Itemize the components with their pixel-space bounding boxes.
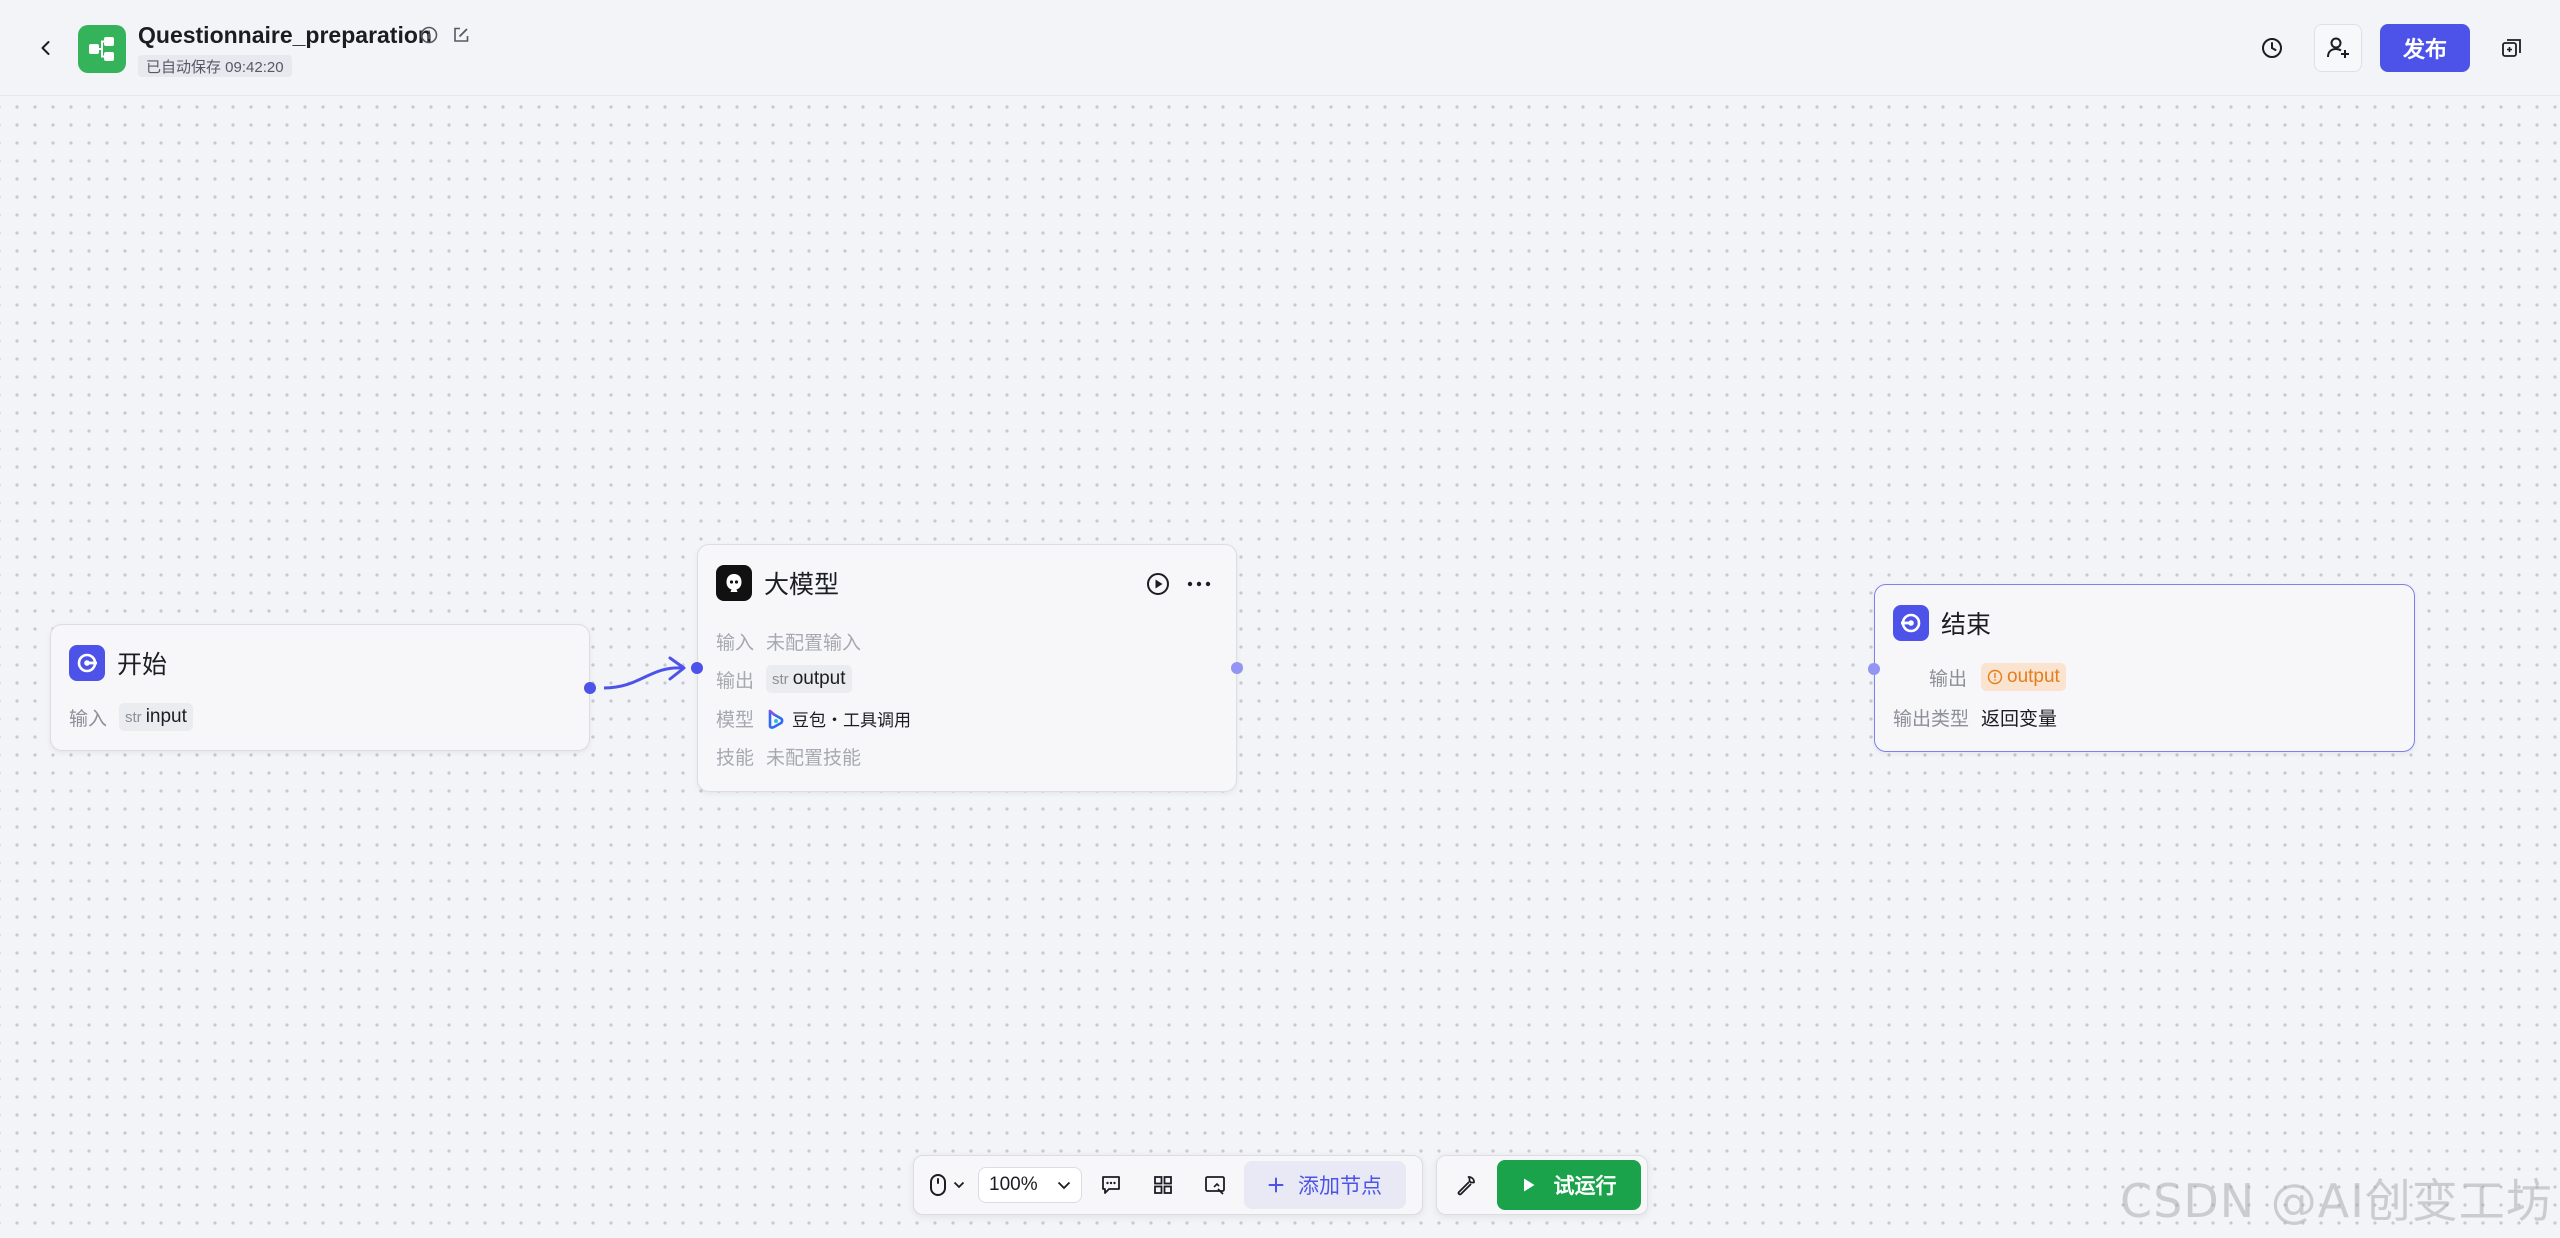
llm-icon (716, 565, 752, 601)
llm-input-value: 未配置输入 (766, 633, 862, 654)
variable-type-label: str (125, 708, 142, 726)
add-node-label: 添加节点 (1298, 1175, 1382, 1198)
llm-input-label: 输入 (716, 633, 755, 654)
end-node-title: 结束 (1941, 611, 1992, 639)
llm-skill-value: 未配置技能 (766, 748, 862, 769)
end-icon (1893, 605, 1929, 641)
end-output-variable: output (1981, 663, 2066, 691)
plus-icon (1268, 1177, 1284, 1193)
variable-name: output (792, 668, 846, 689)
variable-type-label: str (772, 670, 789, 688)
end-output-type-value: 返回变量 (1981, 709, 2058, 730)
add-node-button[interactable]: 添加节点 (1244, 1161, 1406, 1209)
doubao-model-icon (768, 709, 784, 729)
run-toolbar: 试运行 (1436, 1155, 1648, 1215)
llm-output-variable: str output (766, 665, 852, 693)
more-horizontal-icon (1187, 581, 1211, 587)
canvas-toolbar: 100% 添加节点 (913, 1155, 1423, 1215)
start-output-port[interactable] (584, 682, 596, 694)
test-run-node-button[interactable] (1144, 570, 1172, 598)
mouse-icon (930, 1174, 946, 1196)
end-input-port[interactable] (1868, 663, 1880, 675)
test-run-label: 试运行 (1553, 1175, 1617, 1198)
minimap-button[interactable] (1192, 1165, 1238, 1205)
end-node[interactable]: 结束 输出 output 输出类型 返回变量 (1874, 584, 2415, 752)
start-icon (69, 645, 105, 681)
llm-input-port[interactable] (691, 662, 703, 674)
play-icon (1523, 1178, 1534, 1192)
chevron-down-icon (1057, 1181, 1071, 1189)
end-output-type-label: 输出类型 (1893, 709, 1970, 730)
llm-skill-label: 技能 (716, 748, 755, 769)
llm-model-value: 豆包・工具调用 (792, 711, 912, 730)
chevron-down-icon (953, 1181, 965, 1189)
variable-name: output (2007, 666, 2060, 687)
play-circle-icon (1147, 573, 1169, 595)
zoom-select[interactable]: 100% (978, 1167, 1082, 1203)
start-node[interactable]: 开始 输入 str input (50, 624, 590, 751)
test-run-button[interactable]: 试运行 (1497, 1160, 1641, 1210)
watermark: CSDN @AI创变工坊 (2120, 1174, 2553, 1228)
llm-node-title: 大模型 (764, 571, 840, 599)
comment-button[interactable] (1088, 1165, 1134, 1205)
zoom-value: 100% (989, 1174, 1038, 1195)
warning-icon (1987, 669, 2003, 685)
interaction-mode-button[interactable] (922, 1165, 972, 1205)
start-node-title: 开始 (117, 651, 168, 679)
more-options-button[interactable] (1184, 570, 1214, 598)
llm-output-port[interactable] (1231, 662, 1243, 674)
start-input-variable: str input (119, 703, 193, 731)
llm-model-label: 模型 (716, 710, 755, 731)
comment-icon (1102, 1176, 1120, 1194)
debug-tools-button[interactable] (1443, 1165, 1489, 1205)
grid-layout-icon (1154, 1176, 1172, 1194)
auto-layout-button[interactable] (1140, 1165, 1186, 1205)
start-input-label: 输入 (69, 708, 108, 730)
end-output-label: 输出 (1929, 668, 1968, 690)
llm-node[interactable]: 大模型 输入 未配置输入 输出 str output 模型 豆包・工具调用 技能… (697, 544, 1237, 792)
wrench-icon (1457, 1176, 1475, 1196)
minimap-icon (1205, 1176, 1225, 1195)
llm-output-label: 输出 (716, 670, 755, 692)
variable-name: input (145, 706, 187, 727)
